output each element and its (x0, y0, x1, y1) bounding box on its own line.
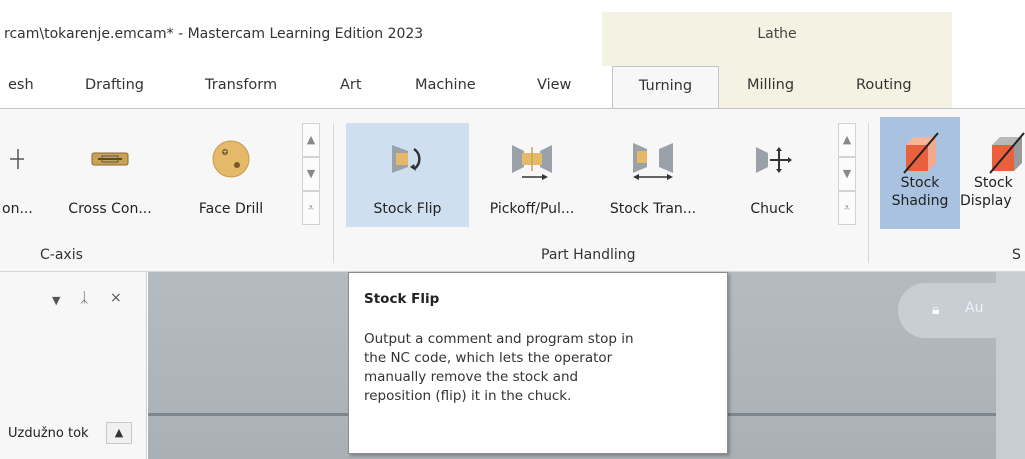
group-separator (868, 123, 869, 263)
pickoff-pull-icon (512, 145, 552, 180)
tab-turning[interactable]: Turning (612, 66, 719, 109)
c-axis-contour-icon (10, 149, 24, 169)
stock-transfer-label: Stock Tran... (609, 201, 697, 217)
tree-item-operation[interactable]: Uzdužno tok (8, 426, 89, 441)
window-title: rcam\tokarenje.emcam* - Mastercam Learni… (4, 26, 424, 42)
ribbon-panel: on... Cross Con... + Face Drill ▲ ▼ ⩡ C-… (0, 108, 1025, 272)
face-drill-label: Face Drill (198, 201, 264, 217)
pin-icon[interactable]: ᛣ (80, 290, 88, 306)
chuck-icon (756, 147, 792, 173)
group-label-stock: S (1012, 247, 1021, 263)
tooltip-title: Stock Flip (364, 291, 440, 307)
pickoff-pull-button[interactable]: Pickoff/Pul... (472, 123, 592, 227)
title-bar: rcam\tokarenje.emcam* - Mastercam Learni… (0, 0, 1025, 66)
pane-options-icon[interactable]: ▼ (52, 294, 60, 307)
tab-view[interactable]: View (537, 77, 571, 93)
manager-panel: ▼ ᛣ × Uzdužno tok ▲ (0, 272, 147, 459)
stock-shading-button[interactable]: Stock Shading (880, 117, 960, 229)
group-label-part-handling: Part Handling (541, 247, 636, 263)
chuck-button[interactable]: Chuck (722, 123, 822, 227)
chuck-label: Chuck (750, 201, 794, 217)
pickoff-pull-label: Pickoff/Pul... (489, 201, 575, 217)
tooltip-body: Output a comment and program stop in the… (364, 331, 634, 404)
cross-contour-label: Cross Con... (68, 201, 152, 217)
face-drill-button[interactable]: + Face Drill (186, 123, 276, 227)
stock-shading-icon (903, 132, 939, 174)
stock-transfer-button[interactable]: Stock Tran... (596, 123, 710, 227)
tab-machine[interactable]: Machine (415, 77, 476, 93)
tab-mesh[interactable]: esh (8, 77, 34, 93)
stock-display-button[interactable]: Stock Display (960, 117, 1025, 229)
stock-display-icon (989, 132, 1025, 174)
gallery-scroll-down[interactable]: ▼ (302, 157, 320, 191)
scroll-up-button[interactable]: ▲ (106, 422, 132, 444)
tab-transform[interactable]: Transform (205, 77, 277, 93)
autocursor-label[interactable]: Au (965, 300, 983, 316)
c-axis-contour-label: on... (2, 201, 33, 217)
cross-contour-icon (91, 152, 129, 166)
stock-display-label-2: Display (960, 193, 1012, 209)
c-axis-contour-button[interactable]: on... (0, 123, 52, 227)
lock-icon[interactable]: 🔒︎ (932, 302, 939, 318)
c-axis-gallery-scroll[interactable]: ▲ ▼ ⩡ (302, 123, 320, 227)
tab-milling[interactable]: Milling (747, 77, 794, 93)
gallery-expand[interactable]: ⩡ (302, 191, 320, 225)
svg-text:+: + (222, 149, 227, 156)
part-handling-gallery-scroll[interactable]: ▲ ▼ ⩡ (838, 123, 856, 227)
gallery-scroll-up[interactable]: ▲ (302, 123, 320, 157)
tab-drafting[interactable]: Drafting (85, 77, 144, 93)
stock-transfer-icon (633, 143, 673, 180)
group-separator (333, 123, 334, 263)
cross-contour-button[interactable]: Cross Con... (58, 123, 162, 227)
tab-routing[interactable]: Routing (856, 77, 912, 93)
stock-display-label-1: Stock (974, 175, 1013, 191)
gallery-scroll-up[interactable]: ▲ (838, 123, 856, 157)
context-tab-group-label: Lathe (757, 26, 797, 42)
gallery-scroll-down[interactable]: ▼ (838, 157, 856, 191)
autocursor-toolbar[interactable] (898, 283, 1025, 338)
stock-flip-icon (391, 145, 421, 173)
tab-art[interactable]: Art (340, 77, 362, 93)
ribbon-tabs: esh Drafting Transform Art Machine View … (0, 66, 1025, 109)
close-icon[interactable]: × (110, 290, 122, 306)
stock-flip-tooltip: Stock Flip Output a comment and program … (348, 272, 728, 454)
group-label-c-axis: C-axis (40, 247, 83, 263)
stock-flip-label: Stock Flip (373, 201, 442, 217)
stock-flip-button[interactable]: Stock Flip (346, 123, 469, 227)
stock-shading-label-1: Stock (900, 175, 940, 191)
gallery-expand[interactable]: ⩡ (838, 191, 856, 225)
stock-shading-label-2: Shading (891, 193, 949, 209)
face-drill-icon: + (212, 140, 250, 178)
